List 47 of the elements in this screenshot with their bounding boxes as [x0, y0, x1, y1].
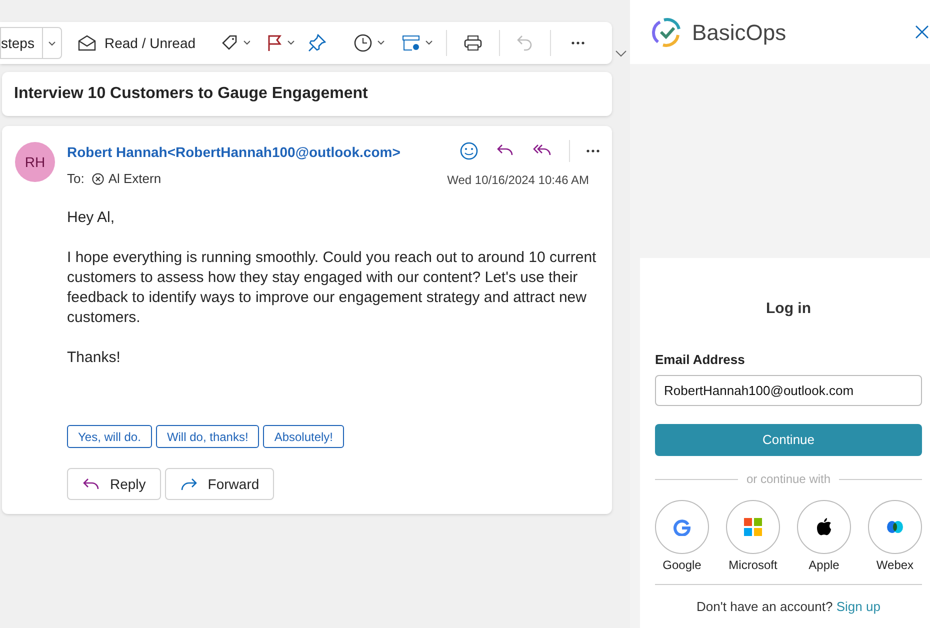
tag-icon[interactable]	[220, 34, 250, 52]
app-title: BasicOps	[692, 18, 786, 47]
quick-reply-button[interactable]: Absolutely!	[263, 425, 344, 448]
email-field[interactable]: RobertHannah100@outlook.com	[655, 375, 922, 406]
remove-icon[interactable]	[92, 172, 104, 185]
pin-icon[interactable]	[308, 34, 326, 52]
print-icon[interactable]	[462, 34, 483, 52]
reply-button[interactable]: Reply	[67, 468, 161, 500]
email-subject: Interview 10 Customers to Gauge Engagement	[14, 84, 368, 104]
body-paragraph: I hope everything is running smoothly. Could you reach out to around 10 current customers to assess how they stay engaged with our content? Let's use their feedback to identify ways to improve our engagement strategy and attract new customers.	[67, 248, 597, 328]
google-icon	[673, 518, 691, 536]
microsoft-icon	[744, 518, 762, 536]
signup-link[interactable]: Sign up	[836, 599, 880, 614]
recipient-name[interactable]: Al Extern	[108, 169, 162, 188]
envelope-icon	[78, 35, 96, 51]
to-label: To:	[67, 170, 84, 188]
more-icon[interactable]	[570, 41, 585, 45]
provider-label: Apple	[808, 557, 840, 574]
signup-prompt: Don't have an account?	[696, 599, 833, 614]
provider-label: Google	[662, 557, 702, 574]
body-paragraph: Hey Al,	[67, 208, 116, 228]
login-heading: Log in	[765, 299, 812, 319]
provider-label: Microsoft	[728, 557, 778, 574]
email-label: Email Address	[655, 350, 746, 368]
continue-button[interactable]: Continue	[655, 424, 922, 456]
reply-arrow-icon	[82, 477, 100, 491]
chevron-icon[interactable]	[615, 48, 627, 58]
body-paragraph: Thanks!	[67, 348, 122, 368]
smiley-icon[interactable]	[459, 141, 479, 161]
sender-link[interactable]: Robert Hannah<RobertHannah100@outlook.com>	[67, 142, 400, 163]
forward-arrow-icon	[180, 477, 198, 491]
date-time: Wed 10/16/2024 10:46 AM	[447, 172, 589, 189]
read-unread-button[interactable]: Read / Unread	[78, 32, 196, 54]
more-icon[interactable]	[586, 149, 600, 153]
provider-label: Webex	[876, 557, 914, 574]
divider-label: or continue with	[746, 471, 831, 488]
logo-icon	[652, 17, 682, 47]
archive-settings-icon[interactable]	[402, 34, 434, 52]
sign-in-option-button[interactable]	[797, 500, 851, 554]
flag-icon[interactable]	[266, 34, 296, 52]
quick-reply-button[interactable]: Will do, thanks!	[156, 425, 260, 448]
webex-icon	[886, 520, 904, 534]
apple-icon	[816, 518, 832, 536]
close-icon[interactable]	[915, 25, 929, 39]
quick-reply-button[interactable]: Yes, will do.	[67, 425, 152, 448]
forward-button[interactable]: Forward	[164, 468, 274, 500]
clock-icon[interactable]	[354, 34, 386, 52]
